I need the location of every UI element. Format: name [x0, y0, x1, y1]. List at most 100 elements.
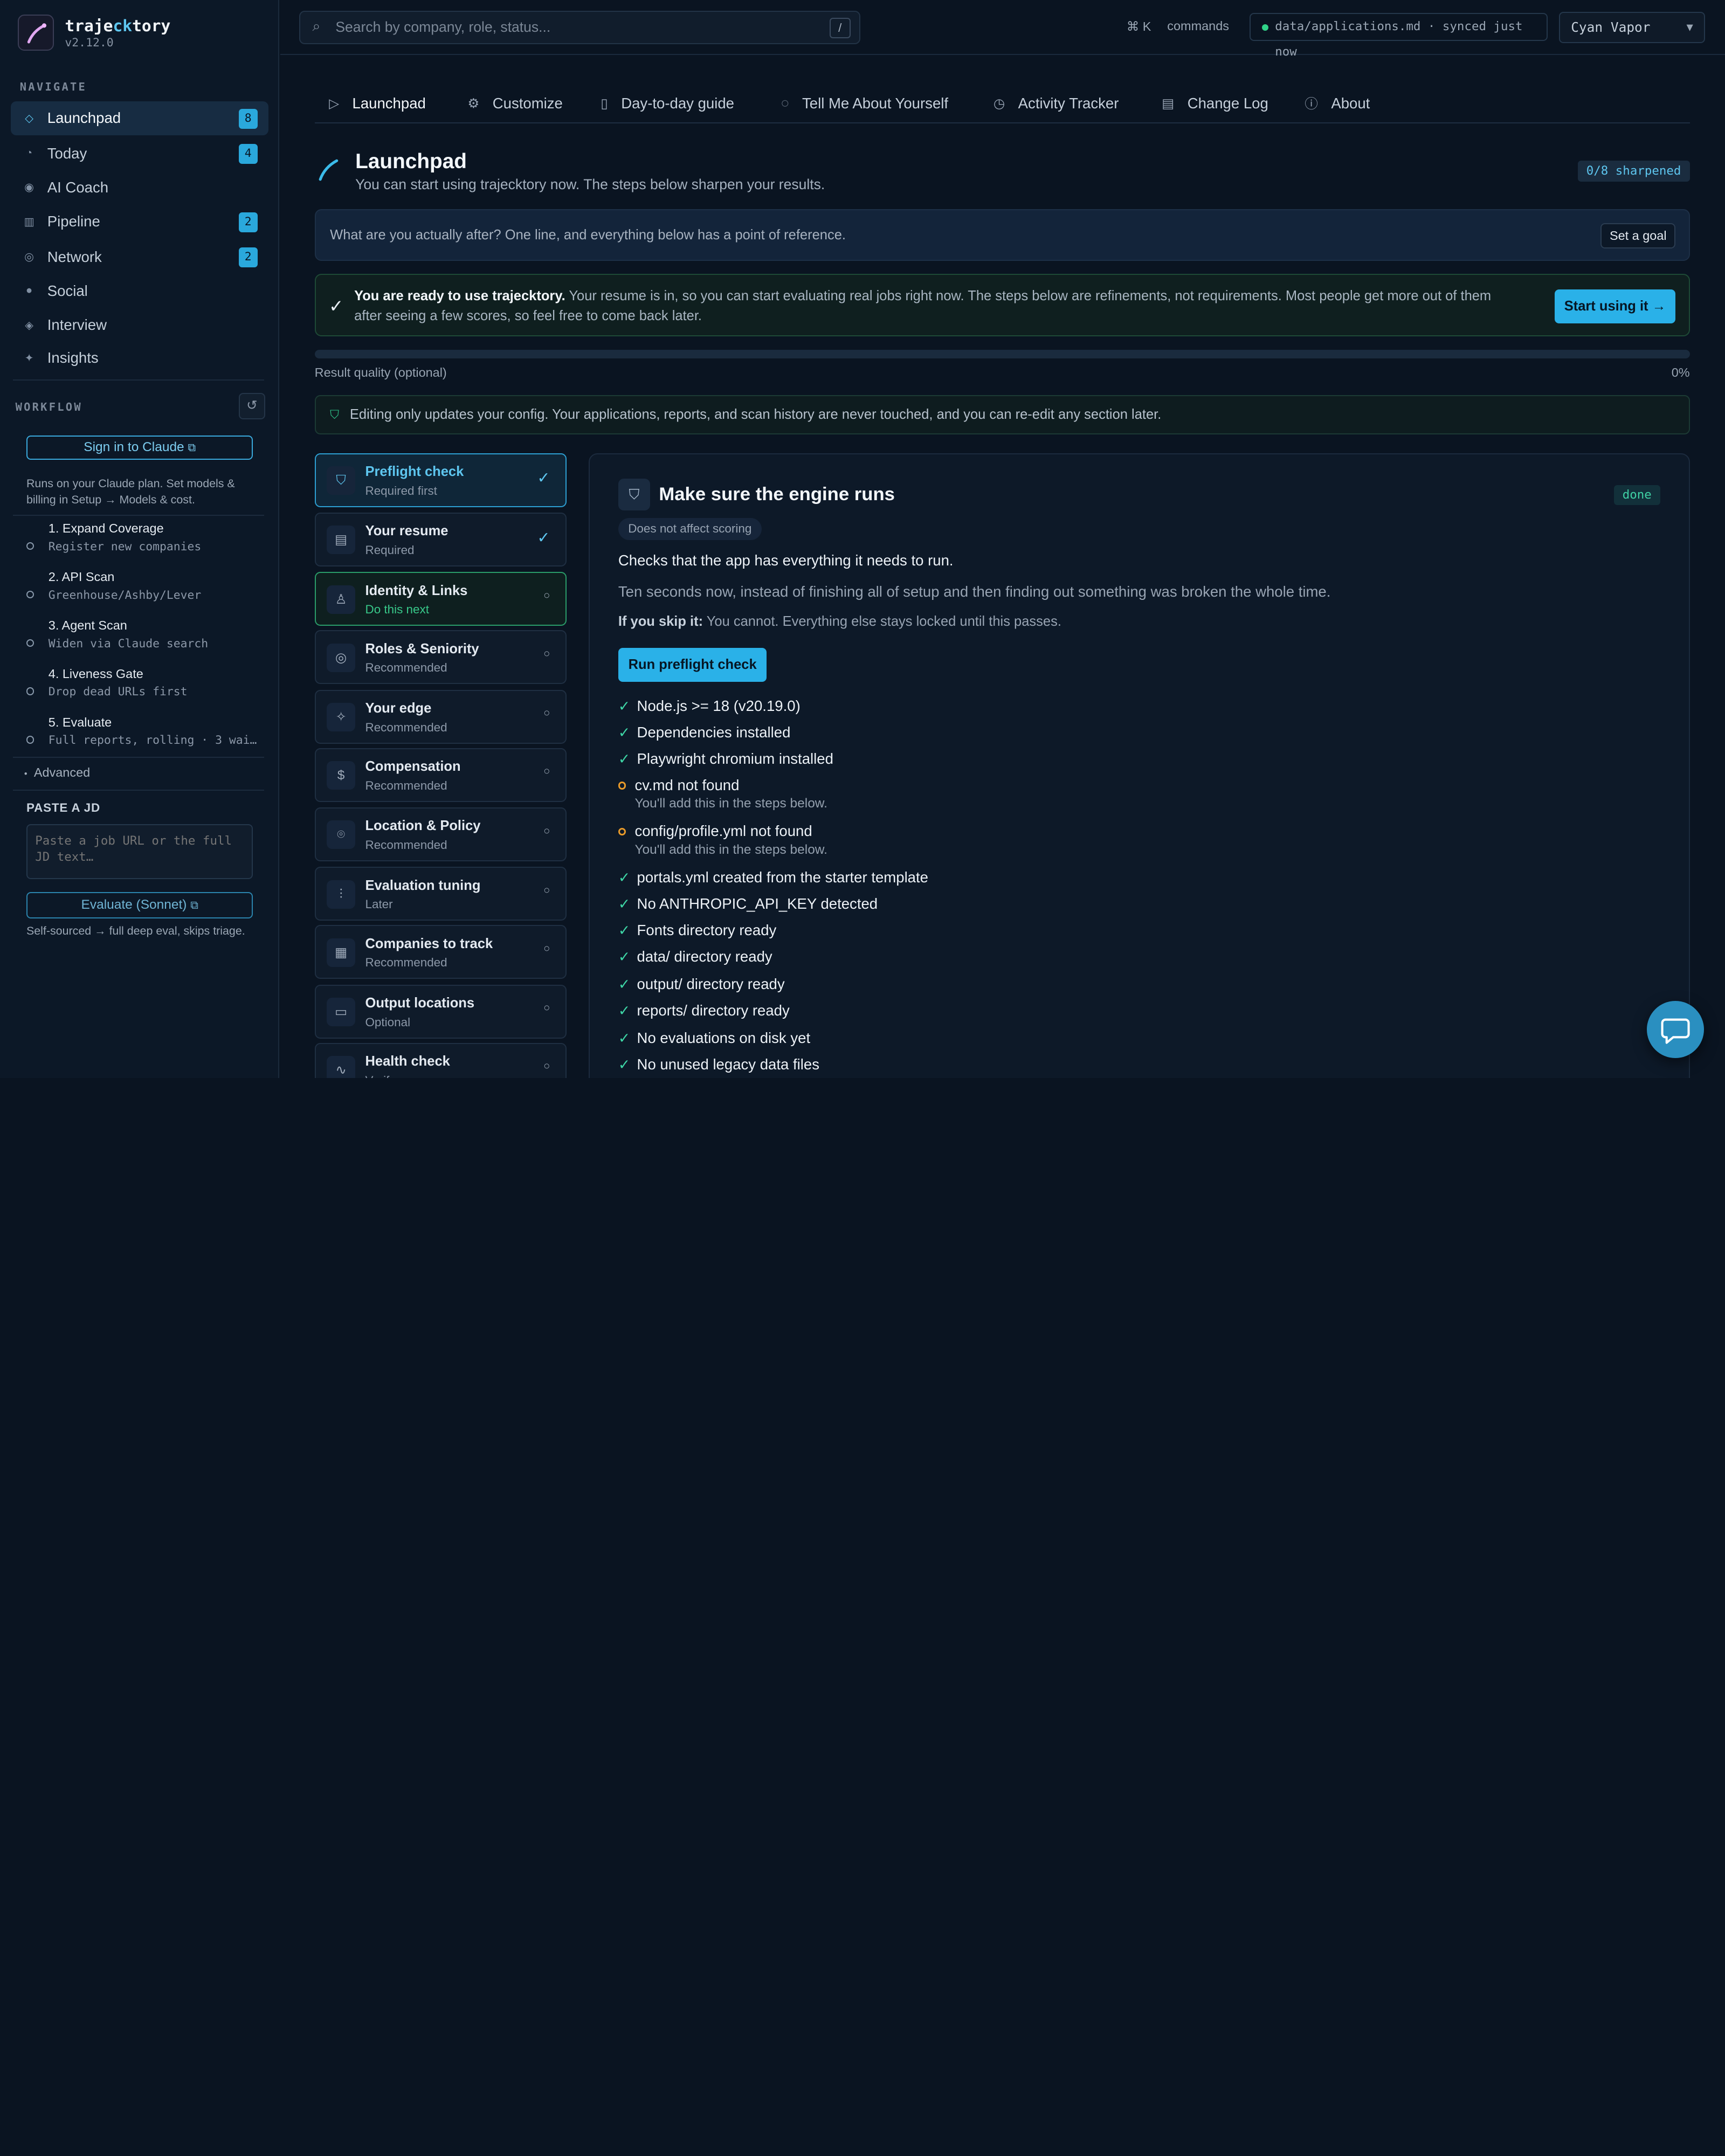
check-item-warning: cv.md not found You'll add this in the st… — [618, 777, 827, 811]
step-title: Your edge — [365, 700, 432, 716]
check-icon: ✓ — [618, 922, 631, 939]
workflow-section-label: WORKFLOW — [15, 400, 82, 413]
chat-icon: ◌ — [781, 95, 789, 110]
clock-icon: ◔ — [25, 147, 33, 160]
step-output-locations[interactable]: ▭ Output locations Optional ○ — [314, 984, 567, 1039]
file-icon: ▤ — [1162, 96, 1175, 111]
sign-in-claude-button[interactable]: Sign in to Claude ⧉ — [26, 436, 253, 460]
step-location-policy[interactable]: ⌾ Location & Policy Recommended ○ — [314, 807, 567, 861]
check-item: ✓ No evaluations on disk yet — [618, 1029, 811, 1047]
workflow-step-title: 4. Liveness Gate — [48, 666, 143, 681]
coach-icon: ◉ — [24, 182, 34, 194]
job-description-input[interactable] — [26, 824, 253, 879]
tab-activity-tracker[interactable]: ◷ Activity Tracker — [993, 91, 1119, 115]
sidebar-item-label: Pipeline — [47, 213, 100, 230]
tab-launchpad[interactable]: ▷ Launchpad — [329, 91, 426, 115]
external-link-icon: ⧉ — [188, 442, 196, 454]
evaluate-button[interactable]: Evaluate (Sonnet) ⧉ — [26, 892, 253, 919]
step-status-icon: ○ — [543, 942, 550, 955]
sidebar-item-interview[interactable]: ◈ Interview — [11, 308, 268, 342]
sidebar-item-network[interactable]: ◎ Network 2 — [11, 240, 268, 274]
step-dot-icon — [26, 542, 34, 550]
step-subtitle: Required first — [365, 483, 437, 497]
theme-select[interactable]: Cyan Vapor ▼ — [1558, 12, 1706, 43]
clock-icon: ◷ — [993, 96, 1005, 111]
step-dot-icon — [26, 736, 34, 744]
workflow-step-title: 5. Evaluate — [48, 715, 112, 729]
check-icon: ✓ — [618, 976, 631, 993]
step-subtitle: Later — [365, 897, 393, 911]
self-source-note: Self-sourced → full deep eval, skips tri… — [26, 924, 245, 938]
check-item: ✓ Dependencies installed — [618, 723, 791, 741]
shield-icon: ⛉ — [330, 408, 340, 422]
step-your-resume[interactable]: ▤ Your resume Required ✓ — [314, 513, 567, 566]
check-item: ✓ No ANTHROPIC_API_KEY detected — [618, 895, 878, 913]
step-evaluation-tuning[interactable]: ⫶ Evaluation tuning Later ○ — [314, 867, 567, 921]
divider — [13, 379, 264, 381]
goal-prompt: What are you actually after? One line, a… — [330, 227, 846, 243]
step-title: Output locations — [365, 995, 475, 1011]
sidebar-item-label: Today — [47, 144, 87, 162]
check-item: ✓ portals.yml created from the starter te… — [618, 869, 928, 886]
sidebar-item-pipeline[interactable]: ▥ Pipeline 2 — [11, 205, 268, 239]
sidebar-item-label: Interview — [47, 316, 107, 334]
step-identity-links[interactable]: ♙ Identity & Links Do this next ○ — [314, 572, 567, 626]
chat-fab-button[interactable] — [1647, 1001, 1705, 1059]
tab-change-log[interactable]: ▤ Change Log — [1162, 91, 1268, 115]
step-preflight-check[interactable]: ⛉ Preflight check Required first ✓ — [314, 453, 567, 507]
sidebar-item-today[interactable]: ◔ Today 4 — [11, 136, 268, 170]
sidebar-item-insights[interactable]: ✦ Insights — [11, 341, 268, 375]
sync-status[interactable]: data/applications.md · synced just now — [1250, 13, 1548, 59]
play-icon: ▷ — [329, 96, 340, 111]
step-status-icon: ○ — [543, 1002, 550, 1014]
sidebar-item-social[interactable]: ● Social — [11, 274, 268, 308]
tab-tell-me-about-yourself[interactable]: ◌ Tell Me About Yourself — [781, 91, 948, 115]
search-box[interactable]: ⌕ / — [299, 11, 860, 44]
workflow-step-sub: Register new companies — [48, 540, 202, 554]
sidebar-item-ai-coach[interactable]: ◉ AI Coach — [11, 170, 268, 204]
step-title: Roles & Seniority — [365, 641, 479, 657]
command-shortcut[interactable]: ⌘ K — [1127, 19, 1151, 34]
search-input[interactable] — [335, 18, 820, 36]
step-status-icon: ○ — [543, 589, 550, 602]
step-companies-to-track[interactable]: ▦ Companies to track Recommended ○ — [314, 925, 567, 979]
check-icon: ✓ — [618, 697, 631, 714]
nav-section-label: NAVIGATE — [19, 80, 87, 93]
reset-icon[interactable]: ↺ — [238, 392, 265, 419]
skip-note: If you skip it: You cannot. Everything e… — [618, 613, 1061, 629]
step-roles-seniority[interactable]: ◎ Roles & Seniority Recommended ○ — [314, 630, 567, 685]
external-link-icon: ⧉ — [190, 900, 198, 912]
step-status-icon: ○ — [543, 765, 550, 778]
step-title: Identity & Links — [365, 583, 468, 598]
advanced-toggle[interactable]: • Advanced — [24, 765, 90, 780]
step-subtitle: Recommended — [365, 720, 447, 734]
step-title: Location & Policy — [365, 818, 481, 834]
step-compensation[interactable]: $ Compensation Recommended ○ — [314, 748, 567, 802]
scoring-pill: Does not affect scoring — [618, 518, 762, 540]
tab-day-to-day-guide[interactable]: ▯ Day-to-day guide — [601, 91, 734, 115]
step-subtitle: Optional — [365, 1015, 411, 1029]
step-health-check[interactable]: ∿ Health check Verify ○ — [314, 1042, 567, 1078]
tab-customize[interactable]: ⚙ Customize — [467, 91, 563, 115]
tab-about[interactable]: ⓘ About — [1305, 91, 1370, 115]
ready-banner: ✓ You are ready to use trajecktory. Your… — [314, 274, 1690, 337]
workflow-step-sub: Widen via Claude search — [48, 637, 209, 651]
step-subtitle: Required — [365, 543, 415, 557]
plan-note: Runs on your Claude plan. Set models & b… — [26, 476, 235, 507]
app-logo[interactable] — [17, 14, 54, 51]
folder-icon: ▭ — [327, 997, 356, 1026]
start-using-button[interactable]: Start using it → — [1554, 289, 1676, 323]
info-icon: ⓘ — [1305, 97, 1318, 112]
sliders-icon: ⫶ — [327, 880, 356, 909]
set-goal-button[interactable]: Set a goal — [1600, 223, 1676, 249]
check-item: ✓ data/ directory ready — [618, 948, 772, 965]
check-icon: ✓ — [618, 1003, 631, 1019]
sidebar-item-launchpad[interactable]: ◇ Launchpad 8 — [11, 101, 268, 135]
run-preflight-button[interactable]: Run preflight check — [618, 647, 767, 682]
commands-label[interactable]: commands — [1167, 19, 1229, 33]
user-icon: ♙ — [327, 585, 356, 614]
step-subtitle: Recommended — [365, 661, 447, 675]
step-your-edge[interactable]: ✧ Your edge Recommended ○ — [314, 689, 567, 744]
check-item: ✓ No unused legacy data files — [618, 1056, 819, 1073]
app-version: v2.12.0 — [65, 36, 114, 50]
